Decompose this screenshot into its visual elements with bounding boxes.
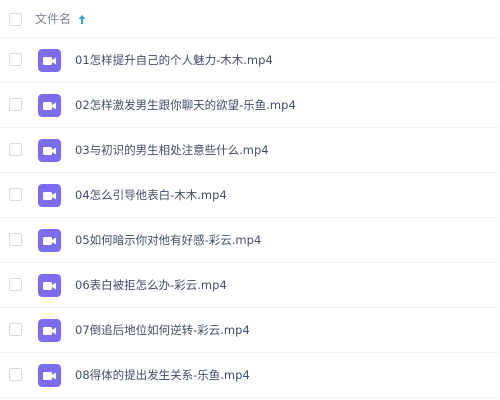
select-all-checkbox[interactable] — [9, 13, 22, 26]
video-file-icon — [38, 319, 61, 342]
file-row-4[interactable]: 04怎么引导他表白-木木.mp4 — [0, 173, 500, 218]
file-name[interactable]: 07倒追后地位如何逆转-彩云.mp4 — [75, 322, 250, 338]
arrow-up-icon[interactable] — [77, 12, 87, 26]
file-row-3[interactable]: 03与初识的男生相处注意些什么.mp4 — [0, 128, 500, 173]
file-row-1[interactable]: 01怎样提升自己的个人魅力-木木.mp4 — [0, 38, 500, 83]
video-file-icon — [38, 94, 61, 117]
video-file-icon — [38, 184, 61, 207]
file-row-6[interactable]: 06表白被拒怎么办-彩云.mp4 — [0, 263, 500, 308]
file-checkbox[interactable] — [9, 143, 22, 156]
file-checkbox[interactable] — [9, 323, 22, 336]
video-file-icon — [38, 139, 61, 162]
file-checkbox[interactable] — [9, 368, 22, 381]
file-list-header: 文件名 — [0, 0, 500, 38]
file-checkbox[interactable] — [9, 278, 22, 291]
file-checkbox[interactable] — [9, 188, 22, 201]
file-checkbox[interactable] — [9, 98, 22, 111]
file-row-2[interactable]: 02怎样激发男生跟你聊天的欲望-乐鱼.mp4 — [0, 83, 500, 128]
video-file-icon — [38, 229, 61, 252]
file-name[interactable]: 04怎么引导他表白-木木.mp4 — [75, 187, 227, 203]
video-file-icon — [38, 49, 61, 72]
file-list: 文件名 01怎样提升自己的个人魅力-木木.mp4 02怎样激发男生跟你聊天的欲望… — [0, 0, 500, 398]
file-row-7[interactable]: 07倒追后地位如何逆转-彩云.mp4 — [0, 308, 500, 353]
file-name[interactable]: 08得体的提出发生关系-乐鱼.mp4 — [75, 367, 250, 383]
file-rows: 01怎样提升自己的个人魅力-木木.mp4 02怎样激发男生跟你聊天的欲望-乐鱼.… — [0, 38, 500, 398]
file-checkbox[interactable] — [9, 233, 22, 246]
file-row-5[interactable]: 05如何暗示你对他有好感-彩云.mp4 — [0, 218, 500, 263]
file-name[interactable]: 05如何暗示你对他有好感-彩云.mp4 — [75, 232, 261, 248]
file-name[interactable]: 03与初识的男生相处注意些什么.mp4 — [75, 142, 269, 158]
file-name[interactable]: 02怎样激发男生跟你聊天的欲望-乐鱼.mp4 — [75, 97, 296, 113]
column-header-filename[interactable]: 文件名 — [35, 12, 71, 26]
file-name[interactable]: 01怎样提升自己的个人魅力-木木.mp4 — [75, 52, 273, 68]
file-checkbox[interactable] — [9, 53, 22, 66]
file-name[interactable]: 06表白被拒怎么办-彩云.mp4 — [75, 277, 227, 293]
video-file-icon — [38, 274, 61, 297]
video-file-icon — [38, 364, 61, 387]
file-row-8[interactable]: 08得体的提出发生关系-乐鱼.mp4 — [0, 353, 500, 398]
